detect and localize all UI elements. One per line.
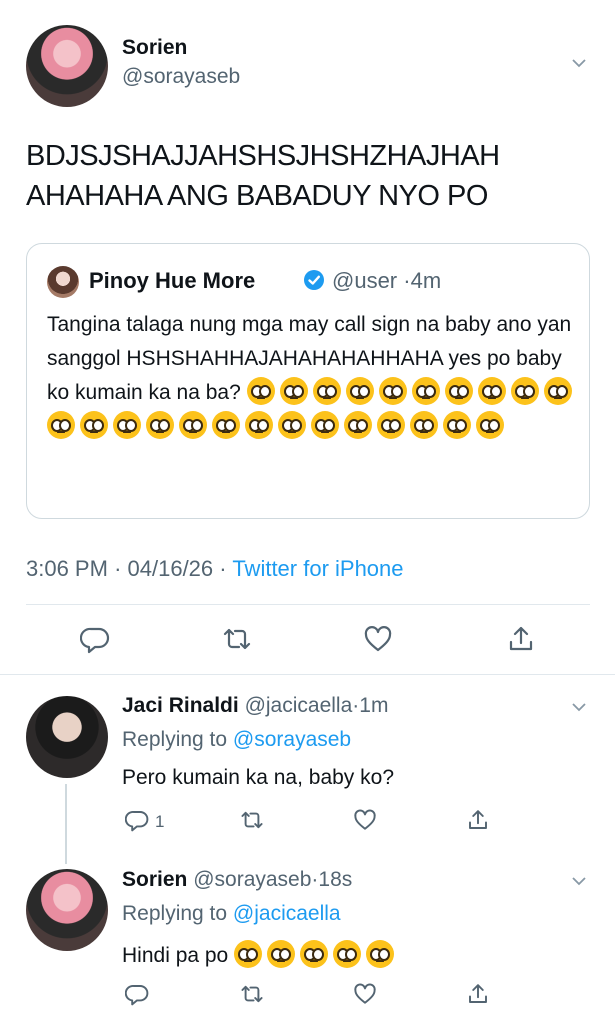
chevron-down-icon[interactable] [572, 700, 586, 714]
reply-header: Jaci Rinaldi @jacicaella·1m [122, 694, 388, 718]
pleading-face-emoji [378, 377, 407, 405]
quote-text: Tangina talaga nung mga may call sign na… [47, 308, 582, 444]
pleading-face-emoji [47, 411, 75, 439]
separator-dot: · [403, 268, 411, 293]
divider [0, 674, 615, 675]
share-icon [469, 810, 487, 829]
pleading-face-emoji [278, 411, 306, 439]
retweet-icon [241, 985, 263, 1003]
author-avatar[interactable] [26, 25, 108, 107]
separator-dot: · [219, 556, 227, 581]
quote-author-avatar [47, 266, 79, 298]
pleading-face-emoji [234, 940, 263, 968]
pleading-face-emoji [113, 411, 141, 439]
pleading-face-emoji [311, 411, 339, 439]
pleading-face-emoji [345, 377, 374, 405]
pleading-face-emoji [366, 940, 395, 968]
reply-avatar[interactable] [26, 869, 108, 951]
quoted-tweet[interactable]: Pinoy Hue More @user ·4m Tangina talaga … [26, 243, 590, 519]
reply-emoji-row [234, 940, 399, 968]
tweet-text: BDJSJSHAJJAHSHSJHSHZHAJHAH AHAHAHA ANG B… [26, 140, 500, 212]
pleading-face-emoji [444, 377, 473, 405]
replying-to: Replying to @sorayaseb [122, 728, 351, 752]
reply-text: Pero kumain ka na, baby ko? [122, 766, 394, 789]
pleading-face-emoji [146, 411, 174, 439]
share-button[interactable] [466, 808, 490, 832]
replying-to-link[interactable]: @jacicaella [233, 902, 341, 925]
like-icon [364, 626, 392, 652]
retweet-button[interactable] [240, 982, 264, 1006]
pleading-face-emoji [443, 411, 471, 439]
pleading-face-emoji [410, 411, 438, 439]
like-button[interactable] [353, 808, 377, 832]
reply-author-name[interactable]: Jaci Rinaldi [122, 694, 239, 717]
replying-to-link[interactable]: @sorayaseb [233, 728, 351, 751]
divider [26, 604, 590, 605]
reply-author-handle[interactable]: @sorayaseb [193, 868, 311, 891]
pleading-face-emoji [312, 377, 341, 405]
reply-time: 18s [318, 868, 353, 891]
reply-header: Sorien @sorayaseb·18s [122, 868, 352, 892]
author-name[interactable]: Sorien [122, 36, 187, 60]
reply-text-body: Hindi pa po [122, 944, 229, 967]
tweet-client-link[interactable]: Twitter for iPhone [232, 556, 403, 581]
replying-to-label: Replying to [122, 728, 228, 751]
pleading-face-emoji [476, 411, 504, 439]
share-button[interactable] [506, 624, 536, 654]
reply-time: 1m [359, 694, 389, 717]
tweet-date: 04/16/26 [127, 556, 214, 581]
pleading-face-emoji [80, 411, 108, 439]
like-icon [354, 983, 376, 1004]
quote-time: 4m [410, 268, 442, 293]
reply-author-handle[interactable]: @jacicaella [245, 694, 353, 717]
reply-avatar[interactable] [26, 696, 108, 778]
retweet-icon [241, 811, 263, 829]
reply-icon [124, 811, 149, 832]
replying-to-label: Replying to [122, 902, 228, 925]
pleading-face-emoji [344, 411, 372, 439]
reply-icon [124, 985, 149, 1006]
retweet-icon [223, 628, 251, 650]
share-icon [469, 984, 487, 1003]
reply-text: Hindi pa po [122, 940, 399, 968]
chevron-down-icon[interactable] [572, 56, 586, 70]
share-button[interactable] [466, 982, 490, 1006]
pleading-face-emoji [333, 940, 362, 968]
reply-button[interactable] [124, 808, 149, 832]
pleading-face-emoji [212, 411, 240, 439]
reply-count: 1 [155, 812, 165, 831]
pleading-face-emoji [279, 377, 308, 405]
reply-button[interactable] [124, 982, 149, 1006]
quote-handle: @user [332, 268, 398, 293]
pleading-face-emoji [543, 377, 572, 405]
tweet-timestamp: 3:06 PM · 04/16/26 · Twitter for iPhone [26, 556, 404, 582]
pleading-face-emoji [477, 377, 506, 405]
verified-icon [303, 269, 325, 291]
thread-line [65, 784, 67, 864]
pleading-face-emoji [179, 411, 207, 439]
pleading-face-emoji [300, 940, 329, 968]
quote-author-name: Pinoy Hue More [89, 268, 256, 293]
quote-meta: @user ·4m [332, 268, 441, 294]
replying-to: Replying to @jacicaella [122, 902, 341, 926]
like-icon [354, 809, 376, 830]
reply-button[interactable] [79, 624, 110, 654]
reply-icon [79, 627, 110, 654]
pleading-face-emoji [246, 377, 275, 405]
chevron-down-icon[interactable] [572, 874, 586, 888]
pleading-face-emoji [411, 377, 440, 405]
tweet-time: 3:06 PM [26, 556, 108, 581]
pleading-face-emoji [377, 411, 405, 439]
like-button[interactable] [353, 982, 377, 1006]
like-button[interactable] [363, 624, 393, 654]
separator-dot: · [114, 556, 122, 581]
share-icon [509, 626, 533, 651]
reply-author-name[interactable]: Sorien [122, 868, 187, 891]
retweet-button[interactable] [240, 808, 264, 832]
pleading-face-emoji [267, 940, 296, 968]
author-handle[interactable]: @sorayaseb [122, 65, 240, 89]
retweet-button[interactable] [222, 624, 252, 654]
pleading-face-emoji [245, 411, 273, 439]
pleading-face-emoji [510, 377, 539, 405]
